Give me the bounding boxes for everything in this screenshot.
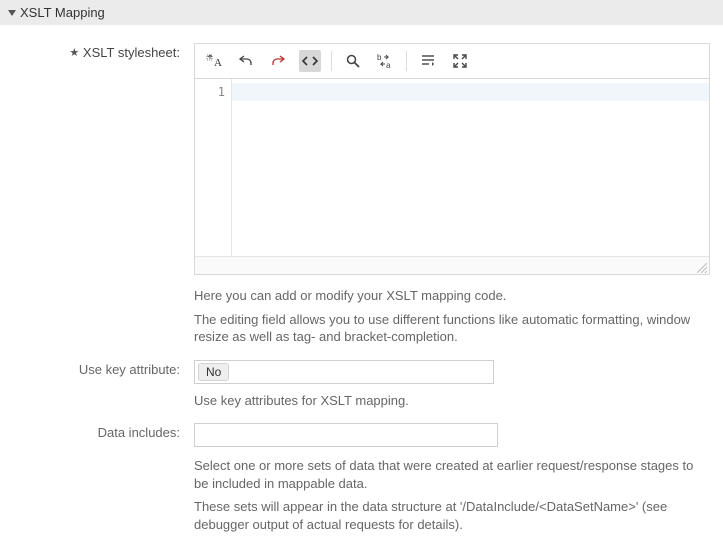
format-text-button[interactable]: A (203, 50, 225, 72)
help-stylesheet-2: The editing field allows you to use diff… (194, 311, 710, 346)
use-key-select[interactable]: No (194, 360, 494, 384)
editor-toolbar: A (195, 44, 709, 79)
fullscreen-icon (452, 53, 468, 69)
svg-text:b: b (377, 53, 382, 62)
label-data-includes: Data includes: (12, 423, 194, 440)
field-use-key-attribute: No Use key attributes for XSLT mapping. (194, 360, 711, 410)
help-use-key: Use key attributes for XSLT mapping. (194, 392, 710, 410)
svg-text:a: a (386, 61, 391, 69)
section-header[interactable]: XSLT Mapping (0, 0, 723, 25)
replace-button[interactable]: b a (374, 50, 396, 72)
editor-gutter: 1 (195, 79, 232, 256)
data-includes-input[interactable] (194, 423, 498, 447)
redo-icon (270, 53, 286, 69)
editor-code-area[interactable] (232, 79, 709, 256)
editor-body: 1 (195, 79, 709, 256)
required-marker: ★ (69, 47, 79, 59)
row-data-includes: Data includes: Select one or more sets o… (0, 423, 723, 533)
svg-text:A: A (214, 57, 222, 69)
chevron-down-icon (8, 10, 16, 16)
label-text: XSLT stylesheet: (83, 45, 180, 60)
label-text: Data includes: (98, 425, 180, 440)
help-data-includes-2: These sets will appear in the data struc… (194, 498, 710, 533)
row-xslt-stylesheet: ★ XSLT stylesheet: A (0, 43, 723, 346)
toolbar-separator-2 (406, 51, 407, 71)
field-xslt-stylesheet: A (194, 43, 711, 346)
wrap-button[interactable] (417, 50, 439, 72)
search-icon (345, 53, 361, 69)
replace-icon: b a (376, 53, 394, 69)
use-key-value: No (198, 363, 229, 381)
label-use-key-attribute: Use key attribute: (12, 360, 194, 377)
row-use-key-attribute: Use key attribute: No Use key attributes… (0, 360, 723, 410)
wrap-icon (420, 53, 436, 69)
xslt-editor: A (194, 43, 710, 275)
help-stylesheet-1: Here you can add or modify your XSLT map… (194, 287, 710, 305)
section-title: XSLT Mapping (20, 5, 105, 20)
format-text-icon: A (206, 53, 222, 69)
label-text: Use key attribute: (79, 362, 180, 377)
field-data-includes: Select one or more sets of data that wer… (194, 423, 711, 533)
editor-statusbar (195, 256, 709, 274)
search-button[interactable] (342, 50, 364, 72)
undo-button[interactable] (235, 50, 257, 72)
help-data-includes-1: Select one or more sets of data that wer… (194, 457, 710, 492)
label-xslt-stylesheet: ★ XSLT stylesheet: (12, 43, 194, 60)
undo-icon (238, 53, 254, 69)
code-icon (301, 54, 319, 68)
toolbar-separator (331, 51, 332, 71)
fullscreen-button[interactable] (449, 50, 471, 72)
code-view-button[interactable] (299, 50, 321, 72)
redo-button[interactable] (267, 50, 289, 72)
resize-grip-icon[interactable] (697, 263, 707, 273)
gutter-line-1: 1 (195, 85, 225, 99)
xslt-code-input[interactable] (232, 79, 709, 256)
